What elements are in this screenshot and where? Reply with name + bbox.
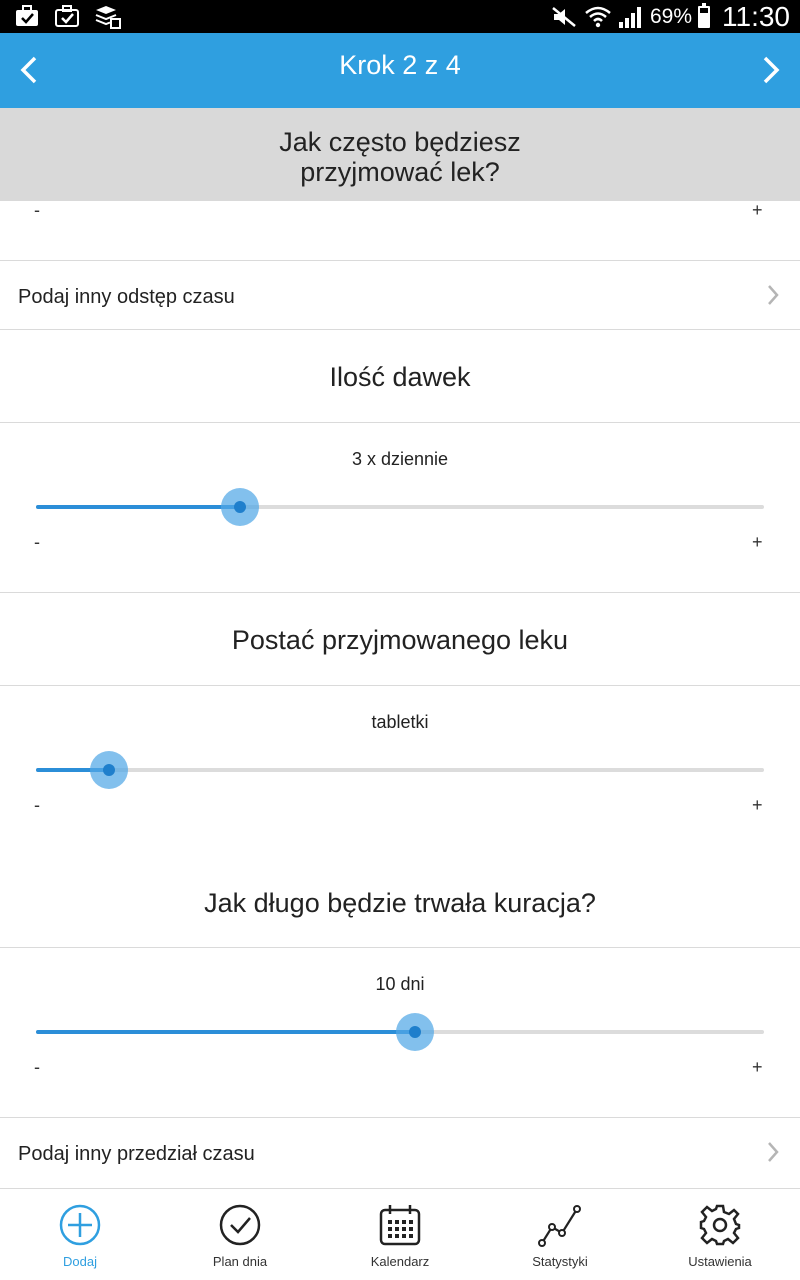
frequency-slider-plus: + bbox=[752, 200, 763, 220]
slider-fill bbox=[36, 505, 240, 509]
battery-icon bbox=[698, 2, 710, 28]
clock: 11:30 bbox=[722, 0, 790, 32]
slider-thumb[interactable] bbox=[395, 1013, 434, 1051]
divider bbox=[0, 592, 800, 593]
divider bbox=[0, 422, 800, 423]
duration-minus: - bbox=[34, 1057, 40, 1077]
slider-thumb[interactable] bbox=[89, 751, 128, 789]
custom-interval-label: Podaj inny odstęp czasu bbox=[18, 286, 235, 308]
mute-icon bbox=[552, 6, 576, 27]
question-line-1: Jak często będziesz bbox=[279, 127, 521, 157]
nav-calendar-label: Kalendarz bbox=[370, 1254, 430, 1269]
duration-plus: + bbox=[752, 1057, 763, 1077]
form-title: Postać przyjmowanego leku bbox=[231, 625, 569, 655]
custom-period-link[interactable]: Podaj inny przedział czasu bbox=[0, 1119, 800, 1187]
briefcase-check-icon bbox=[55, 5, 79, 27]
duration-slider[interactable] bbox=[36, 1012, 764, 1052]
divider bbox=[0, 260, 800, 261]
chevron-right-icon bbox=[768, 1142, 779, 1162]
signal-icon bbox=[618, 6, 641, 28]
nav-day-plan[interactable]: Plan dnia bbox=[160, 1189, 320, 1280]
system-indicators: 69% 11:30 bbox=[550, 0, 790, 33]
divider bbox=[0, 685, 800, 686]
doses-slider[interactable] bbox=[36, 487, 764, 527]
nav-add[interactable]: Dodaj bbox=[0, 1189, 160, 1280]
doses-minus: - bbox=[34, 532, 40, 552]
nav-statistics-label: Statystyki bbox=[532, 1254, 588, 1269]
gear-icon bbox=[699, 1204, 741, 1246]
form-plus: + bbox=[752, 795, 763, 815]
stats-line-icon bbox=[538, 1205, 581, 1247]
question-line-2: przyjmować lek? bbox=[300, 157, 500, 187]
form-value: tabletki bbox=[371, 712, 429, 732]
slider-fill bbox=[36, 1030, 415, 1034]
divider bbox=[0, 1117, 800, 1118]
doses-plus: + bbox=[752, 532, 763, 552]
add-circle-icon bbox=[59, 1204, 101, 1246]
nav-calendar[interactable]: Kalendarz bbox=[320, 1189, 480, 1280]
question-banner: Jak często będziesz przyjmować lek? bbox=[0, 108, 800, 201]
divider bbox=[0, 329, 800, 330]
nav-settings-label: Ustawienia bbox=[688, 1254, 752, 1269]
briefcase-check-icon bbox=[16, 5, 38, 26]
notification-icons bbox=[14, 4, 122, 30]
form-slider[interactable] bbox=[36, 750, 764, 790]
chevron-right-icon bbox=[763, 56, 780, 84]
check-circle-icon bbox=[219, 1204, 261, 1246]
app-header: Krok 2 z 4 bbox=[0, 33, 800, 108]
battery-percent: 69% bbox=[649, 4, 692, 28]
nav-statistics[interactable]: Statystyki bbox=[480, 1189, 640, 1280]
chevron-right-icon bbox=[768, 285, 779, 305]
divider bbox=[0, 947, 800, 948]
doses-title: Ilość dawek bbox=[329, 362, 471, 392]
wifi-icon bbox=[585, 6, 611, 27]
bottom-navigation: Dodaj Plan dnia Kalendarz Statystyki Ust… bbox=[0, 1188, 800, 1280]
calendar-icon bbox=[379, 1205, 421, 1246]
layers-icon bbox=[95, 6, 121, 29]
duration-value: 10 dni bbox=[375, 974, 425, 994]
doses-value: 3 x dziennie bbox=[351, 449, 449, 469]
nav-day-plan-label: Plan dnia bbox=[212, 1254, 268, 1269]
custom-interval-link[interactable]: Podaj inny odstęp czasu bbox=[0, 262, 800, 330]
form-minus: - bbox=[34, 795, 40, 815]
frequency-slider-minus: - bbox=[34, 200, 40, 220]
duration-title: Jak długo będzie trwała kuracja? bbox=[204, 888, 596, 918]
status-bar: 69% 11:30 bbox=[0, 0, 800, 33]
nav-add-label: Dodaj bbox=[63, 1254, 97, 1269]
page-title: Krok 2 z 4 bbox=[339, 50, 461, 80]
slider-thumb[interactable] bbox=[220, 488, 259, 526]
slider-track bbox=[36, 768, 764, 772]
nav-settings[interactable]: Ustawienia bbox=[640, 1189, 800, 1280]
custom-period-label: Podaj inny przedział czasu bbox=[18, 1143, 255, 1165]
next-step-button[interactable] bbox=[754, 53, 788, 87]
